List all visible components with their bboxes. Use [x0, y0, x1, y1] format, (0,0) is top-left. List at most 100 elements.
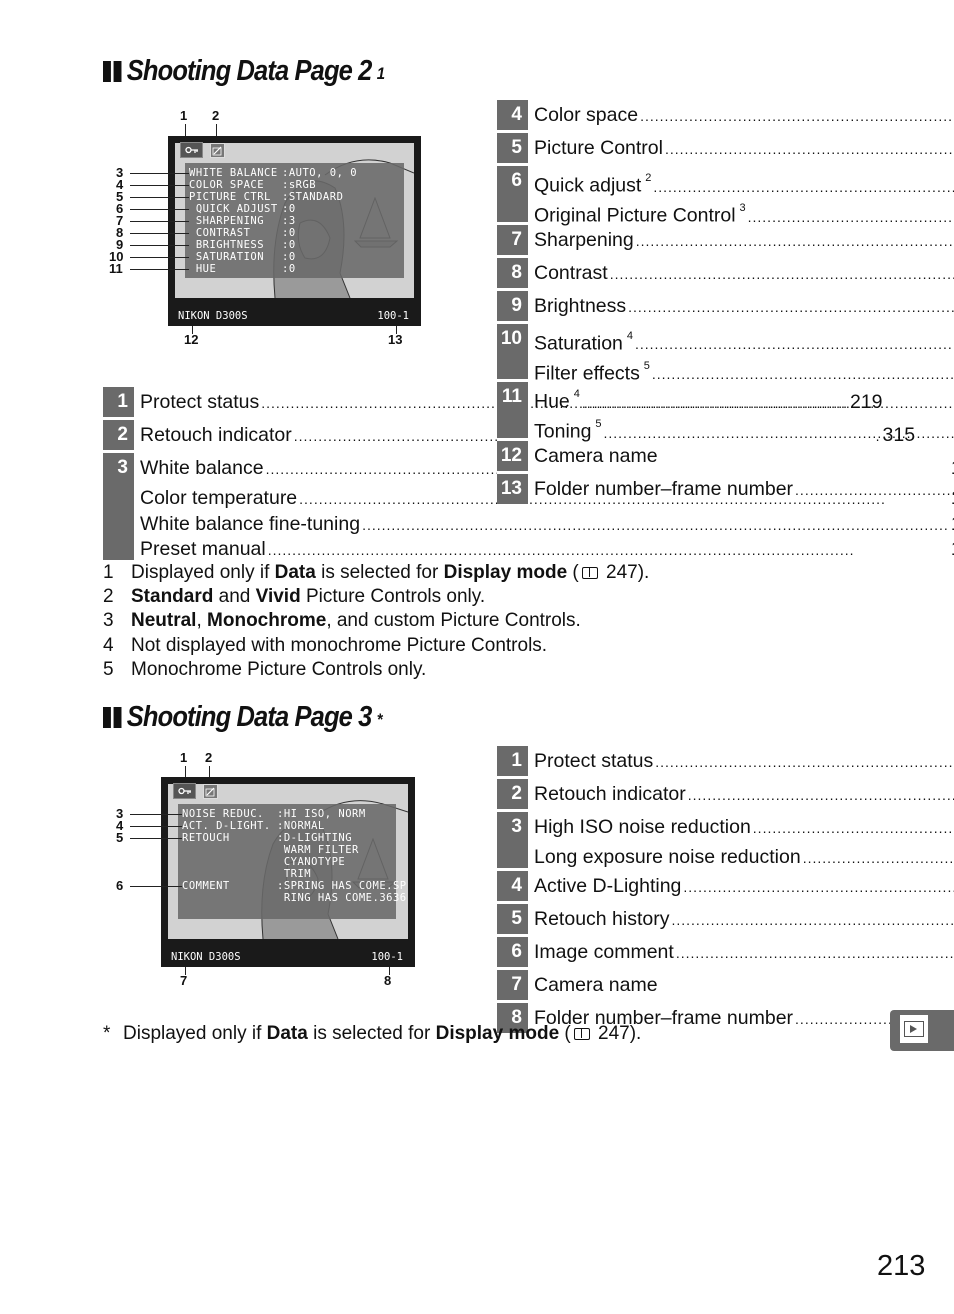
table-row: 4Color space166: [497, 100, 874, 133]
screen-label: HUE: [189, 263, 217, 275]
footnote-marker: *: [103, 1023, 111, 1044]
footnote-text: Monochrome Picture Controls only.: [131, 658, 426, 682]
entry-text: Toning: [534, 420, 592, 443]
footnote-segment: 247).: [592, 1023, 642, 1044]
reference-table-page-3: 1Protect status2192Retouch indicator3153…: [497, 746, 874, 1036]
entry-line[interactable]: Toning 5157: [534, 412, 954, 443]
screen-value: HI ISO, NORM: [283, 808, 366, 820]
table-row: 11Hue 4157Toning 5157: [497, 382, 874, 443]
entry-label: Picture Control: [534, 133, 663, 163]
callout-number: 8: [384, 973, 392, 988]
footnote-text: Displayed only if Data is selected for D…: [131, 561, 649, 585]
item-entries: High ISO noise reduction259Long exposure…: [528, 812, 954, 868]
callout-number: 1: [180, 108, 188, 123]
item-entries: Active D-Lighting164: [528, 871, 954, 901]
footnote-segment: Displayed only if: [123, 1023, 267, 1044]
item-entries: Retouch indicator315: [528, 779, 954, 809]
entry-line[interactable]: Quick adjust 2157: [534, 166, 954, 197]
entry-line[interactable]: Filter effects 5157: [534, 354, 954, 385]
item-entries: Hue 4157Toning 5157: [528, 382, 954, 443]
item-number: 5: [497, 903, 528, 934]
table-row: 2Retouch indicator315: [497, 779, 874, 812]
entry-line[interactable]: Folder number–frame number256: [534, 474, 954, 504]
item-entries: Contrast157: [528, 258, 954, 288]
item-number: 6: [497, 166, 528, 222]
entry-label: Camera name: [534, 970, 658, 1000]
entry-text: Contrast: [534, 261, 608, 284]
entry-line[interactable]: Contrast157: [534, 258, 954, 288]
callout-number: 5: [116, 830, 124, 845]
callout-leader-line: [130, 209, 189, 210]
footnote-marker: 2: [103, 586, 114, 608]
entry-line[interactable]: High ISO noise reduction259: [534, 812, 954, 842]
entry-text: High ISO noise reduction: [534, 816, 751, 838]
footnote-text: Not displayed with monochrome Picture Co…: [131, 634, 547, 658]
entry-line[interactable]: Original Picture Control 3154: [534, 196, 954, 227]
entry-line[interactable]: Color space166: [534, 100, 954, 130]
entry-line[interactable]: Brightness157: [534, 291, 954, 321]
footnote-segment: Not displayed with monochrome Picture Co…: [131, 634, 548, 656]
entry-text: Sharpening: [534, 228, 634, 251]
entry-text: Original Picture Control: [534, 204, 736, 227]
entry-line[interactable]: Preset manual142: [140, 534, 954, 560]
footnote-segment: (: [567, 562, 579, 583]
footnote-ref: 5: [595, 418, 602, 430]
screen-data-row: BRIGHTNESS:0: [189, 239, 296, 251]
playback-section-tab[interactable]: [890, 1010, 954, 1051]
item-entries: Saturation 4157Filter effects 5157: [528, 324, 954, 385]
footnote: 4 Not displayed with monochrome Picture C…: [103, 634, 649, 658]
screen-label: QUICK ADJUST: [189, 203, 278, 215]
item-number: 4: [497, 870, 528, 901]
entry-line[interactable]: Long exposure noise reduction258: [534, 842, 954, 868]
footnote-segment: is selected for: [307, 1023, 436, 1044]
camera-monitor: NOISE REDUC.:HI ISO, NORM ACT. D-LIGHT.:N…: [161, 777, 415, 967]
entry-line[interactable]: Camera name: [534, 441, 874, 471]
screen-data-row: HUE:0: [189, 263, 296, 275]
screen-data-row: RETOUCH:D-LIGHTING WARM FILTER CYANOTYPE…: [182, 832, 359, 880]
entry-line[interactable]: Saturation 4157: [534, 324, 954, 355]
item-entries: Camera name: [528, 441, 874, 471]
callout-leader-line: [130, 245, 189, 246]
entry-text: Active D-Lighting: [534, 874, 682, 897]
entry-text: Retouch history: [534, 907, 670, 930]
screen-label: RETOUCH: [182, 832, 230, 844]
footnote-marker: 3: [103, 610, 114, 632]
entry-line[interactable]: Camera name: [534, 970, 874, 1000]
entry-line[interactable]: Retouch indicator315: [534, 779, 954, 809]
entry-line[interactable]: Hue 4157: [534, 382, 954, 413]
menu-term: Display mode: [435, 1023, 560, 1044]
table-row: 8Contrast157: [497, 257, 874, 291]
footnote-segment: is selected for: [315, 562, 444, 583]
footnotes: 1 Displayed only if Data is selected for …: [103, 561, 649, 682]
entry-label: Retouch indicator: [534, 779, 686, 809]
footnote-segment: (: [559, 1023, 571, 1044]
item-number: 7: [497, 224, 528, 255]
item-entries: Retouch history315: [528, 904, 954, 934]
entry-text: Image comment: [534, 940, 674, 963]
entry-line[interactable]: Sharpening157: [534, 225, 954, 255]
callout-number: 6: [116, 878, 124, 893]
screen-label: CONTRAST: [189, 227, 251, 239]
entry-line[interactable]: Protect status219: [534, 746, 954, 776]
footnote-marker: 5: [103, 658, 114, 680]
screen-label: COLOR SPACE: [189, 179, 265, 191]
item-entries: Brightness157: [528, 291, 954, 321]
callout-leader-line: [130, 886, 182, 887]
entry-line[interactable]: Retouch history315: [534, 904, 954, 934]
entry-line[interactable]: White balance fine-tuning137: [140, 509, 954, 535]
entry-text: White balance fine-tuning: [140, 512, 361, 535]
menu-term: Display mode: [443, 562, 568, 583]
table-row: 3White balance133Color temperature141Whi…: [103, 453, 954, 563]
entry-text: Folder number–frame number: [534, 477, 794, 500]
table-row: 6Image comment303: [497, 936, 874, 970]
entry-line[interactable]: Picture Control154: [534, 133, 954, 163]
callout-number: 12: [184, 332, 199, 347]
entry-line[interactable]: Image comment303: [534, 937, 954, 967]
entry-line[interactable]: Active D-Lighting164: [534, 871, 954, 901]
leader-dots: [655, 746, 954, 777]
entry-label: Protect status: [534, 746, 653, 776]
entry-text: Color space: [534, 104, 639, 126]
callout-leader-line: [130, 221, 189, 222]
screen-value: 0: [288, 251, 296, 263]
item-number: 5: [497, 133, 528, 163]
